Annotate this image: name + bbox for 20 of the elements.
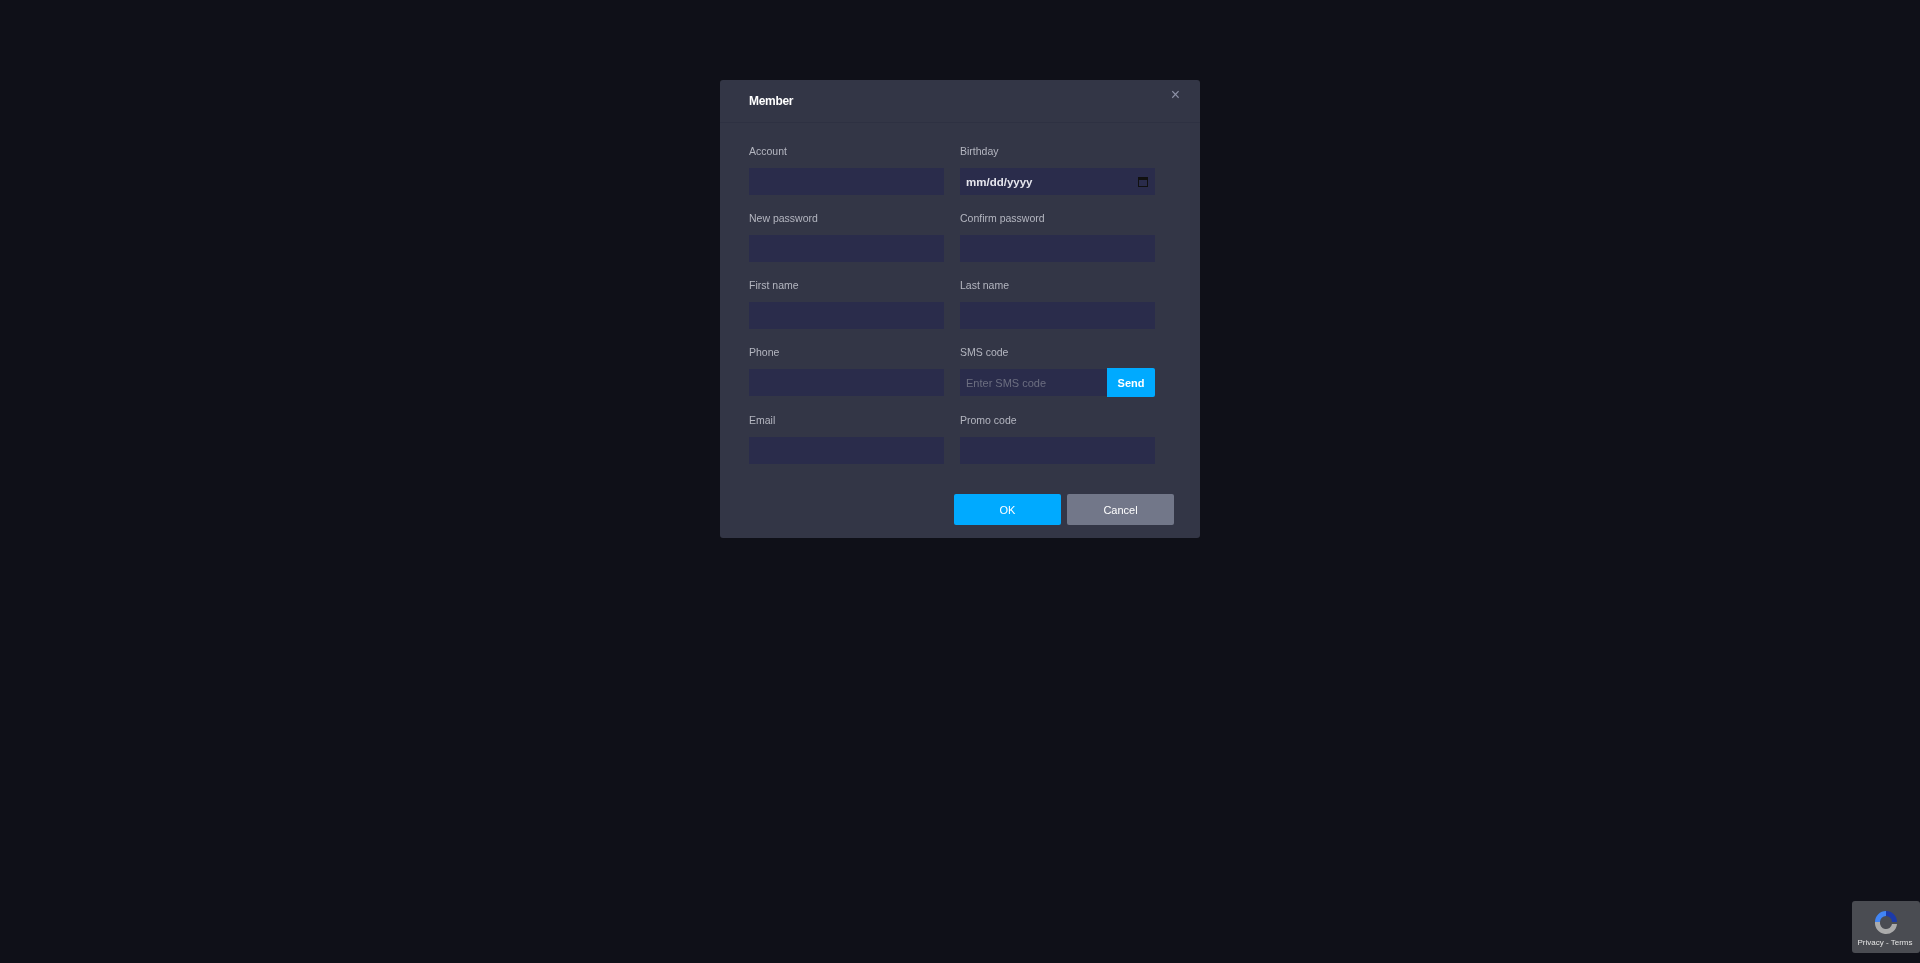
field-label: First name [749, 278, 800, 292]
sms-code-field[interactable]: Enter SMS code [960, 369, 1107, 396]
field-label: SMS code [960, 345, 1010, 359]
ok-button[interactable]: OK [954, 494, 1061, 525]
recaptcha-badge[interactable]: Privacy - Terms [1852, 901, 1920, 953]
close-button[interactable]: × [1170, 86, 1180, 104]
calendar-icon[interactable] [1138, 176, 1148, 187]
field-label: Account [749, 144, 788, 158]
date-field[interactable]: mm/dd/yyyy [960, 168, 1155, 195]
privacy-terms-link[interactable]: Privacy - Terms [1857, 937, 1913, 947]
field-label: Confirm password [960, 211, 1046, 225]
field-label: Phone [749, 345, 781, 359]
field-label: New password [749, 211, 819, 225]
field-label: Email [749, 413, 777, 427]
field-label: Last name [960, 278, 1011, 292]
field-label: Promo code [960, 413, 1018, 427]
cancel-button[interactable]: Cancel [1067, 494, 1174, 525]
field-label: Birthday [960, 144, 1000, 158]
send-button[interactable]: Send [1107, 368, 1155, 397]
dialog-title: Member [749, 94, 794, 108]
